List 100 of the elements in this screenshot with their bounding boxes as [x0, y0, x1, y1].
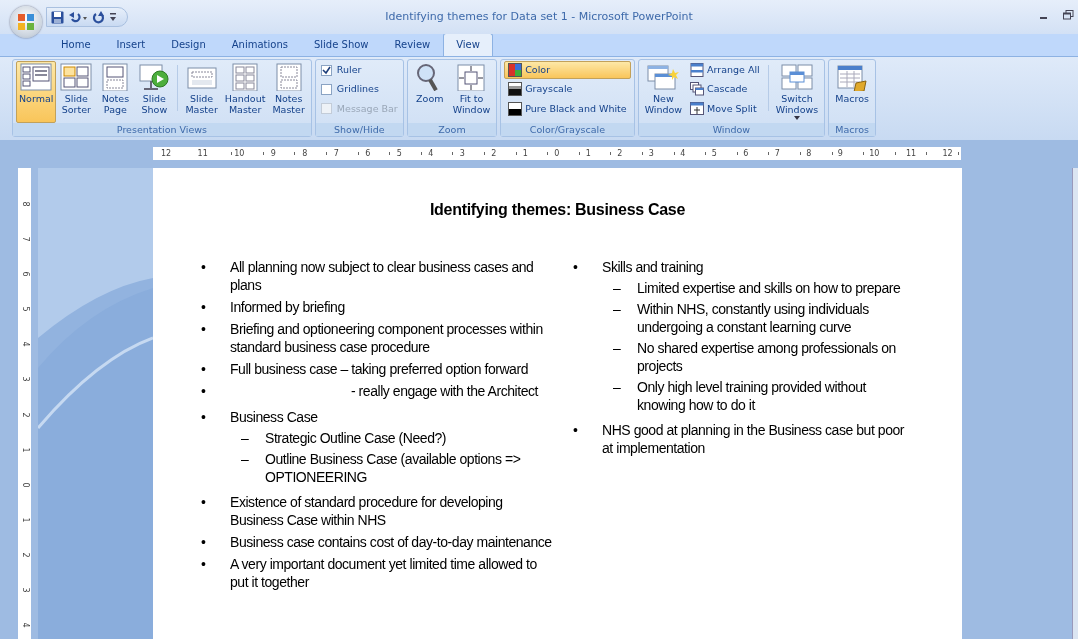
dash: –: [613, 279, 622, 297]
ruler-number: 1: [19, 447, 31, 453]
sub-bullet-text: Only high level training provided without knowing how to do it: [637, 378, 868, 414]
ribbon-tab[interactable]: Review: [381, 33, 444, 56]
bullet-text: Skills and training: [602, 258, 705, 276]
ribbon-button[interactable]: Pure Black and White: [504, 99, 631, 118]
bullet: •: [201, 258, 207, 276]
bullet-text: All planning now subject to clear business cases and plans: [230, 258, 535, 294]
dash: –: [241, 450, 250, 468]
arrange-icon: [690, 63, 705, 78]
ribbon-button[interactable]: Switch Windows: [772, 61, 822, 123]
ruler-number: 5: [19, 306, 31, 312]
bullet: •: [201, 320, 207, 338]
ribbon-button[interactable]: Handout Master: [221, 61, 269, 123]
bullet: •: [573, 421, 579, 439]
bullet-text: Full business case – taking preferred option forward: [230, 360, 529, 378]
save-icon[interactable]: [51, 10, 64, 24]
ruler-number: 2: [19, 411, 31, 418]
split-icon: [690, 101, 705, 116]
bullet-text: A very important document yet limited time allowed to put it together: [230, 555, 538, 591]
dash: –: [241, 429, 250, 447]
ruler-number: 8: [19, 201, 31, 207]
macro-sheet-icon: [836, 63, 869, 91]
logo-icon: [17, 13, 35, 31]
ruler-number: 1: [19, 517, 31, 523]
redo-icon[interactable]: [92, 10, 105, 24]
ruler-number: 2: [19, 552, 31, 558]
bullet: •: [201, 298, 207, 316]
window-title: Identifying themes for Data set 1 - Microsoft PowerPoint: [385, 10, 693, 23]
ribbon-tab[interactable]: Animations: [218, 33, 301, 56]
ribbon-button[interactable]: Arrange All: [686, 61, 764, 80]
restore-icon[interactable]: [1063, 10, 1074, 20]
bullet: •: [201, 408, 207, 426]
checkbox-label: Message Bar: [336, 101, 398, 116]
ribbon-button[interactable]: Cascade: [686, 80, 764, 99]
ruler-number: 3: [19, 587, 31, 593]
checkbox[interactable]: [320, 64, 332, 76]
group-label: Presentation Views: [13, 123, 311, 136]
ruler-number: 6: [19, 271, 31, 277]
swatch-icon: [508, 63, 523, 78]
bullet: •: [201, 382, 207, 400]
group-label: Window: [638, 123, 825, 136]
ribbon-tab[interactable]: Home: [48, 33, 104, 56]
checkmark-icon: [321, 65, 331, 75]
ribbon-button[interactable]: Macros: [832, 61, 872, 123]
ruler-number: 3: [19, 376, 31, 382]
bullet: •: [201, 493, 207, 511]
ruler-number: 4: [19, 341, 31, 347]
ribbon-button[interactable]: Zoom: [410, 61, 449, 123]
ribbon-button[interactable]: Fit to Window: [449, 61, 494, 123]
sub-bullet-text: Within NHS, constantly using individuals undergoing a constant learning curve: [637, 300, 870, 336]
ribbon-button[interactable]: Move Split: [686, 99, 764, 118]
ribbon-tab[interactable]: Design: [158, 33, 219, 56]
ribbon-button[interactable]: Slide Show: [135, 61, 174, 123]
dash: –: [613, 339, 622, 357]
ribbon-button[interactable]: Slide Master: [182, 61, 221, 123]
customize-icon[interactable]: [109, 12, 117, 22]
ruler-number: 0: [19, 482, 31, 488]
ribbon-tab[interactable]: Slide Show: [300, 33, 382, 56]
fit-window-icon: [455, 63, 488, 91]
sub-bullet-text: Outline Business Case (available options => OPTIONEERING: [265, 450, 522, 486]
new-window-icon: [647, 63, 680, 91]
ribbon-button[interactable]: Grayscale: [504, 80, 631, 99]
ribbon-button[interactable]: Notes Master: [269, 61, 308, 123]
dash: –: [613, 378, 622, 396]
normal-view-icon: [20, 63, 53, 91]
sub-bullet-text: Limited expertise and skills on how to prepare: [637, 279, 902, 297]
cascade-icon: [690, 82, 705, 97]
ribbon-button[interactable]: Notes Page: [96, 61, 135, 123]
shade-icon: [508, 82, 523, 97]
windows-icon: [780, 63, 813, 91]
sub-bullet-text: Strategic Outline Case (Need?): [265, 429, 448, 447]
bullet-text: - really engage with the Architect: [349, 382, 540, 400]
bullet-text: Business Case: [230, 408, 319, 426]
bullet-text: Business case contains cost of day-to-day maintenance: [230, 533, 552, 551]
contrast-icon: [508, 101, 523, 116]
ribbon-button[interactable]: Color: [504, 61, 631, 80]
ribbon-button[interactable]: Normal: [16, 61, 57, 123]
bullet: •: [201, 555, 207, 573]
group-label: Show/Hide: [315, 123, 403, 136]
slide-grid-icon: [60, 63, 93, 91]
ribbon-button[interactable]: Slide Sorter: [57, 61, 96, 123]
ruler-number: 7: [19, 236, 31, 242]
checkbox[interactable]: [320, 83, 332, 95]
checkbox-label: Ruler: [336, 63, 362, 77]
sub-bullet-text: No shared expertise among professionals on projects: [637, 339, 897, 375]
bullet-text: Existence of standard procedure for developing Business Case within NHS: [230, 493, 504, 529]
ribbon-tab[interactable]: Insert: [103, 33, 159, 56]
group-label: Zoom: [407, 123, 497, 136]
bullet-text: Informed by briefing: [230, 298, 346, 316]
office-button[interactable]: [10, 6, 42, 38]
ruler-number: 4: [19, 622, 31, 628]
projector-icon: [138, 63, 171, 91]
undo-icon[interactable]: [68, 10, 88, 24]
dash: –: [613, 300, 622, 318]
ribbon-button[interactable]: New Window: [641, 61, 686, 123]
checkbox-label: Gridlines: [336, 82, 379, 97]
scrollbar[interactable]: [1072, 168, 1078, 639]
ribbon-tab[interactable]: View: [443, 33, 493, 56]
slide-title: Identifying themes: Business Case: [428, 200, 687, 220]
